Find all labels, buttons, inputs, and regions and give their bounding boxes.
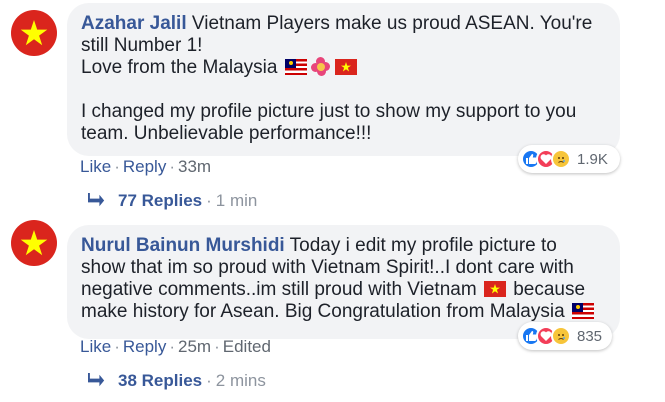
- sad-reaction-icon: [551, 326, 571, 346]
- avatar[interactable]: [11, 220, 57, 266]
- comment-actions: Like · Reply · 33m: [80, 157, 212, 176]
- reactions-summary[interactable]: 835: [518, 322, 612, 350]
- hibiscus-icon: [310, 57, 331, 77]
- replies-link[interactable]: 77 Replies: [118, 191, 202, 211]
- view-replies[interactable]: 77 Replies · 1 min: [88, 191, 257, 211]
- reaction-count: 835: [577, 327, 603, 345]
- reactions-summary[interactable]: 1.9K: [518, 145, 620, 173]
- comment-bubble: Azahar Jalil Vietnam Players make us pro…: [67, 3, 620, 156]
- replies-link[interactable]: 38 Replies: [118, 371, 202, 391]
- reply-arrow-icon: [88, 373, 105, 387]
- vietnam-flag-avatar-icon: [20, 230, 48, 256]
- comment-actions: Like · Reply · 25m · Edited: [80, 337, 271, 356]
- malaysia-flag-icon: [284, 59, 307, 75]
- like-link[interactable]: Like: [80, 337, 111, 356]
- vietnam-flag-icon: [334, 59, 357, 75]
- malaysia-flag-icon: [571, 303, 594, 319]
- comment-author[interactable]: Azahar Jalil: [81, 13, 187, 34]
- view-replies[interactable]: 38 Replies · 2 mins: [88, 371, 266, 391]
- edited-label[interactable]: Edited: [223, 337, 271, 356]
- vietnam-flag-icon: [483, 281, 506, 297]
- vietnam-flag-avatar-icon: [20, 20, 48, 46]
- sad-reaction-icon: [551, 149, 571, 169]
- avatar[interactable]: [11, 10, 57, 56]
- reply-arrow-icon: [88, 193, 105, 207]
- reply-link[interactable]: Reply: [123, 157, 166, 176]
- comment-timestamp[interactable]: 25m: [178, 337, 211, 356]
- like-link[interactable]: Like: [80, 157, 111, 176]
- comment-author[interactable]: Nurul Bainun Murshidi: [81, 235, 285, 256]
- replies-time: 1 min: [215, 191, 258, 210]
- reply-link[interactable]: Reply: [123, 337, 166, 356]
- reaction-count: 1.9K: [577, 150, 608, 168]
- comment-timestamp[interactable]: 33m: [178, 157, 211, 176]
- comment-text: I changed my profile picture just to sho…: [81, 101, 577, 144]
- comment-text: Love from the Malaysia: [81, 57, 278, 78]
- replies-time: 2 mins: [215, 371, 266, 390]
